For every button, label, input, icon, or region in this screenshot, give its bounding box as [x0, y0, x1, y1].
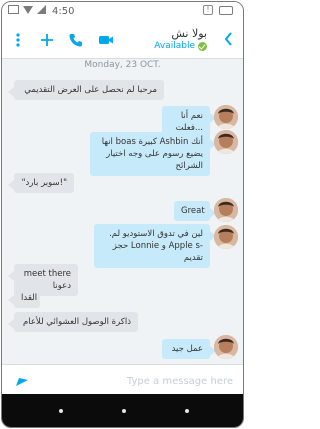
alert-icon: !	[203, 5, 213, 15]
nav-recents-button[interactable]	[185, 409, 189, 413]
avatar-image	[214, 335, 238, 359]
date-separator: Monday, 23 OCT.	[84, 60, 161, 70]
phone-icon[interactable]	[68, 32, 84, 48]
send-icon[interactable]	[14, 372, 30, 388]
check-icon	[198, 41, 207, 51]
avatar-image	[214, 198, 238, 222]
message-text: عمل جيد	[171, 344, 203, 354]
phone-frame: 4:50 ! بولا نش Available Monday, 23 OCT.…	[1, 1, 244, 428]
message-bubble[interactable]: مرحبا لم نحصل على العرض التقديمي	[8, 80, 164, 100]
notification-icon	[8, 5, 19, 14]
signal-icon	[37, 5, 46, 14]
avatar[interactable]	[214, 130, 238, 154]
message-text: نعم أنا فعلت...	[175, 111, 203, 133]
status-time: 4:50	[52, 6, 75, 17]
avatar[interactable]	[214, 198, 238, 222]
avatar[interactable]	[214, 105, 238, 129]
nav-home-button[interactable]	[122, 409, 126, 413]
message-text: مرحبا لم نحصل على العرض التقديمي	[24, 85, 157, 95]
avatar-image	[214, 225, 238, 249]
message-text: Great	[181, 206, 205, 216]
status-bar: 4:50 !	[2, 2, 243, 23]
nav-back-button[interactable]	[59, 409, 63, 413]
status-text: Available	[154, 41, 195, 51]
conversation-header: بولا نش Available	[2, 22, 243, 59]
chevron-left-icon[interactable]	[223, 31, 233, 47]
message-bubble[interactable]: لين في تدوق الاستوديو لم. حجز Lonnie و A…	[94, 224, 216, 268]
contact-name: بولا نش	[171, 27, 207, 40]
message-text: القدا	[21, 293, 38, 303]
add-icon[interactable]	[39, 32, 55, 48]
video-camera-icon[interactable]	[97, 32, 115, 48]
message-bubble[interactable]: "سوبر بارد!"	[8, 173, 74, 193]
status-icons	[8, 5, 46, 14]
avatar[interactable]	[214, 225, 238, 249]
avatar-image	[214, 105, 238, 129]
avatar[interactable]	[214, 335, 238, 359]
message-text: ذاكرة الوصول العشوائي للأعام	[23, 317, 131, 327]
message-text: لين في تدوق الاستوديو لم. حجز Lonnie و A…	[109, 229, 203, 263]
camera-notification-icon	[219, 6, 233, 15]
avatar-image	[214, 130, 238, 154]
message-bubble[interactable]: انها boas كبيرة Ashbin أنك يضيع رسوم على…	[90, 132, 216, 176]
more-vertical-icon[interactable]	[10, 32, 26, 48]
message-input[interactable]	[42, 371, 235, 391]
compose-bar	[2, 364, 243, 395]
message-text: انها boas كبيرة Ashbin أنك يضيع رسوم على…	[101, 137, 203, 171]
header-actions	[10, 32, 115, 48]
presence-status: Available	[154, 40, 207, 52]
message-bubble[interactable]: القدا	[8, 288, 40, 308]
navigation-bar	[2, 394, 243, 427]
message-bubble[interactable]: ذاكرة الوصول العشوائي للأعام	[8, 312, 138, 332]
message-bubble[interactable]: Great	[174, 201, 216, 221]
wifi-icon	[23, 5, 33, 14]
contact-info[interactable]: بولا نش Available	[154, 27, 207, 52]
message-text: "سوبر بارد!"	[21, 178, 67, 188]
message-bubble[interactable]: عمل جيد	[162, 339, 216, 359]
